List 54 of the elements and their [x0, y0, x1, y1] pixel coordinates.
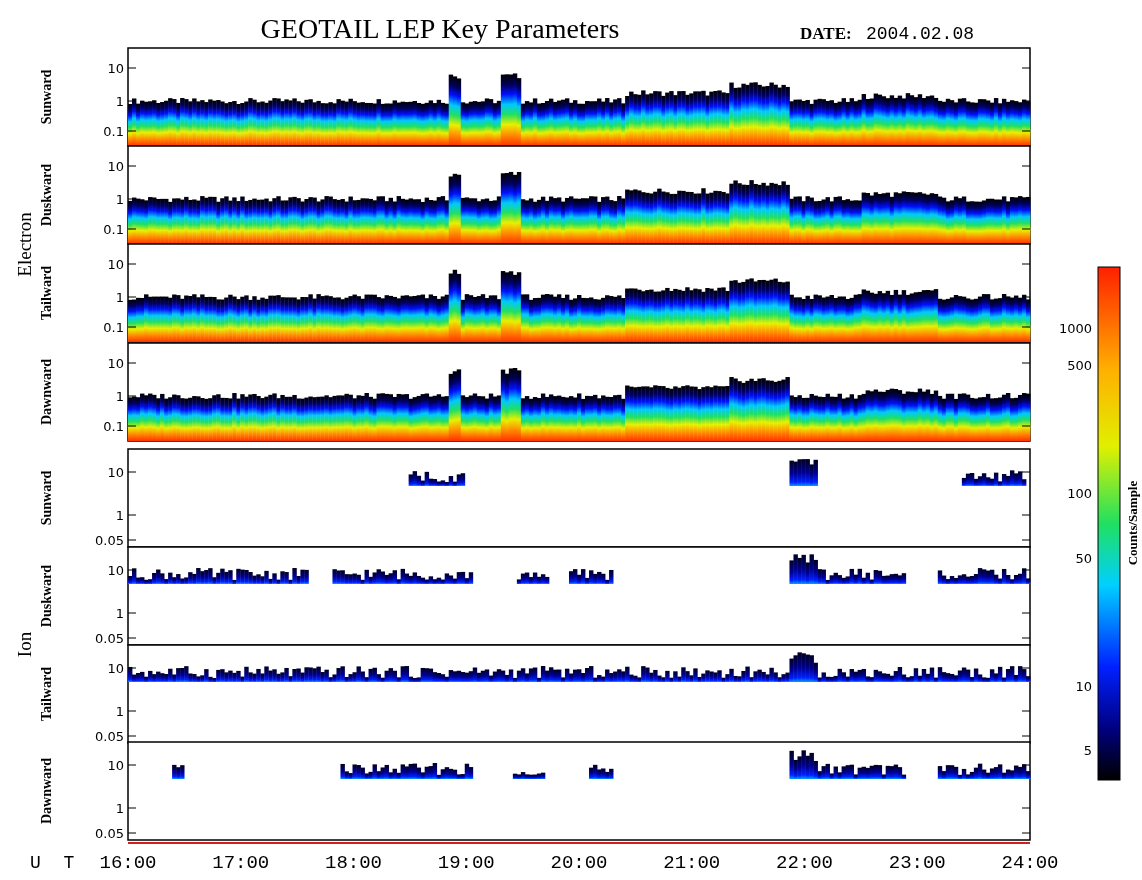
colorbar-tick-label: 5	[1083, 743, 1092, 758]
panel-label: Tailward	[39, 667, 54, 721]
y-tick-label: 10	[107, 257, 124, 272]
plot-title: GEOTAIL LEP Key Parameters	[260, 13, 620, 44]
y-tick-label: 10	[107, 356, 124, 371]
panel-label: Duskward	[39, 163, 54, 227]
y-tick-label: 0.1	[103, 419, 124, 434]
time-tick-label: 24:00	[1001, 852, 1059, 874]
colorbar-title: Counts/Sample	[1125, 480, 1140, 566]
time-axis-label: U T	[30, 853, 81, 873]
group-label: Electron	[14, 212, 35, 277]
time-tick-label: 22:00	[776, 852, 833, 874]
y-tick-label: 1	[115, 704, 124, 719]
y-tick-label: 10	[107, 661, 124, 676]
y-tick-label: 1	[115, 192, 124, 207]
y-tick-label: 1	[115, 801, 124, 816]
panel-label: Tailward	[39, 266, 54, 320]
y-tick-label: 0.1	[103, 124, 124, 139]
time-tick-label: 16:00	[99, 852, 157, 874]
y-tick-label: 10	[107, 159, 124, 174]
time-tick-label: 17:00	[212, 852, 270, 874]
colorbar-tick-label: 100	[1067, 486, 1092, 501]
y-tick-label: 10	[107, 61, 124, 76]
time-tick-label: 20:00	[550, 852, 608, 874]
time-tick-label: 23:00	[888, 852, 946, 874]
y-tick-label: 0.05	[95, 533, 124, 548]
date-value: 2004.02.08	[866, 24, 975, 44]
y-tick-label: 0.1	[103, 320, 124, 335]
y-tick-label: 1	[115, 606, 124, 621]
y-tick-label: 0.05	[95, 631, 124, 646]
colorbar-tick-label: 500	[1067, 358, 1092, 373]
colorbar-tick-label: 1000	[1058, 321, 1092, 336]
time-tick-label: 21:00	[663, 852, 721, 874]
panel-label: Dawnward	[39, 757, 54, 825]
colorbar-tick-label: 10	[1075, 679, 1092, 694]
y-tick-label: 1	[115, 389, 124, 404]
time-tick-label: 18:00	[325, 852, 382, 874]
y-tick-label: 0.05	[95, 729, 124, 744]
y-tick-label: 0.1	[103, 222, 124, 237]
y-tick-label: 10	[107, 465, 124, 480]
y-tick-label: 10	[107, 758, 124, 773]
y-tick-label: 1	[115, 508, 124, 523]
panel-label: Sunward	[39, 69, 54, 125]
panel-label: Sunward	[39, 470, 54, 526]
date-label: DATE:	[800, 24, 852, 43]
y-tick-label: 10	[107, 563, 124, 578]
group-label: Ion	[14, 631, 35, 658]
panel-label: Dawnward	[39, 358, 54, 426]
colorbar-tick-label: 50	[1075, 551, 1092, 566]
y-tick-label: 1	[115, 94, 124, 109]
panel-label: Duskward	[39, 564, 54, 628]
y-tick-label: 0.05	[95, 826, 124, 841]
time-tick-label: 19:00	[437, 852, 495, 874]
y-tick-label: 1	[115, 290, 124, 305]
